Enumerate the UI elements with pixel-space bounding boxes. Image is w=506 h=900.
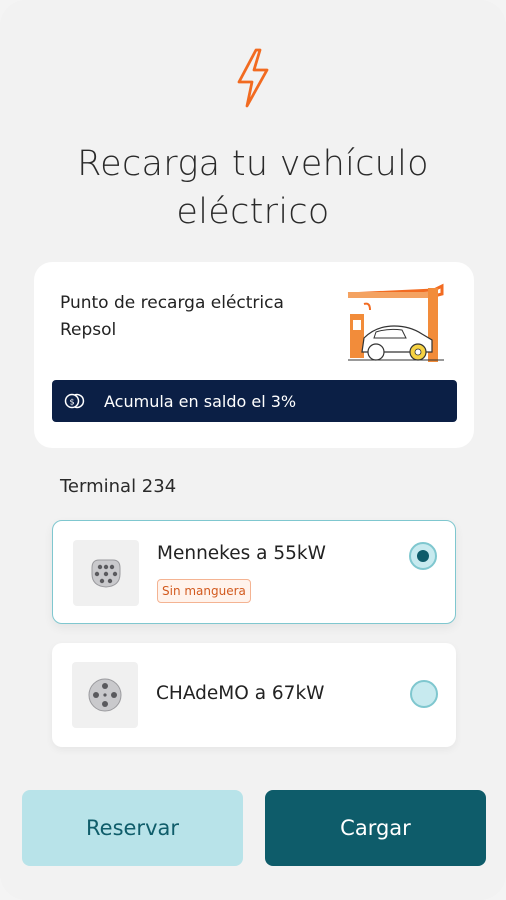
connector-name: CHAdeMO a 67kW [156, 683, 325, 704]
reserve-button[interactable]: Reservar [22, 790, 243, 866]
title-line-1: Recarga tu vehículo [77, 144, 429, 184]
no-hose-badge: Sin manguera [157, 579, 251, 603]
lightning-bolt-icon [237, 48, 269, 108]
radio-dot [417, 550, 429, 562]
terminal-label: Terminal 234 [60, 476, 177, 497]
station-name-line-1: Punto de recarga eléctrica [60, 293, 284, 313]
saldo-banner: $ Acumula en saldo el 3% [52, 380, 457, 422]
charging-station-illustration [347, 283, 444, 362]
charge-button[interactable]: Cargar [265, 790, 486, 866]
coin-icon: $ [64, 393, 85, 409]
station-name-line-2: Repsol [60, 320, 117, 340]
chademo-plug-icon [72, 662, 138, 728]
charging-screen: Recarga tu vehículo eléctrico Punto de r… [0, 0, 506, 900]
saldo-text: Acumula en saldo el 3% [104, 391, 297, 411]
connector-radio[interactable] [410, 680, 438, 708]
title-line-2: eléctrico [176, 192, 330, 232]
svg-text:$: $ [69, 398, 74, 407]
connector-radio-selected[interactable] [409, 542, 437, 570]
connector-option-mennekes[interactable]: Mennekes a 55kW Sin manguera [52, 520, 456, 624]
connector-option-chademo[interactable]: CHAdeMO a 67kW [52, 643, 456, 747]
connector-name: Mennekes a 55kW [157, 543, 326, 564]
station-name: Punto de recarga eléctrica Repsol [60, 290, 320, 344]
station-info-card: Punto de recarga eléctrica Repsol $ Acum… [34, 262, 474, 448]
mennekes-plug-icon [73, 540, 139, 606]
page-title: Recarga tu vehículo eléctrico [0, 140, 506, 236]
